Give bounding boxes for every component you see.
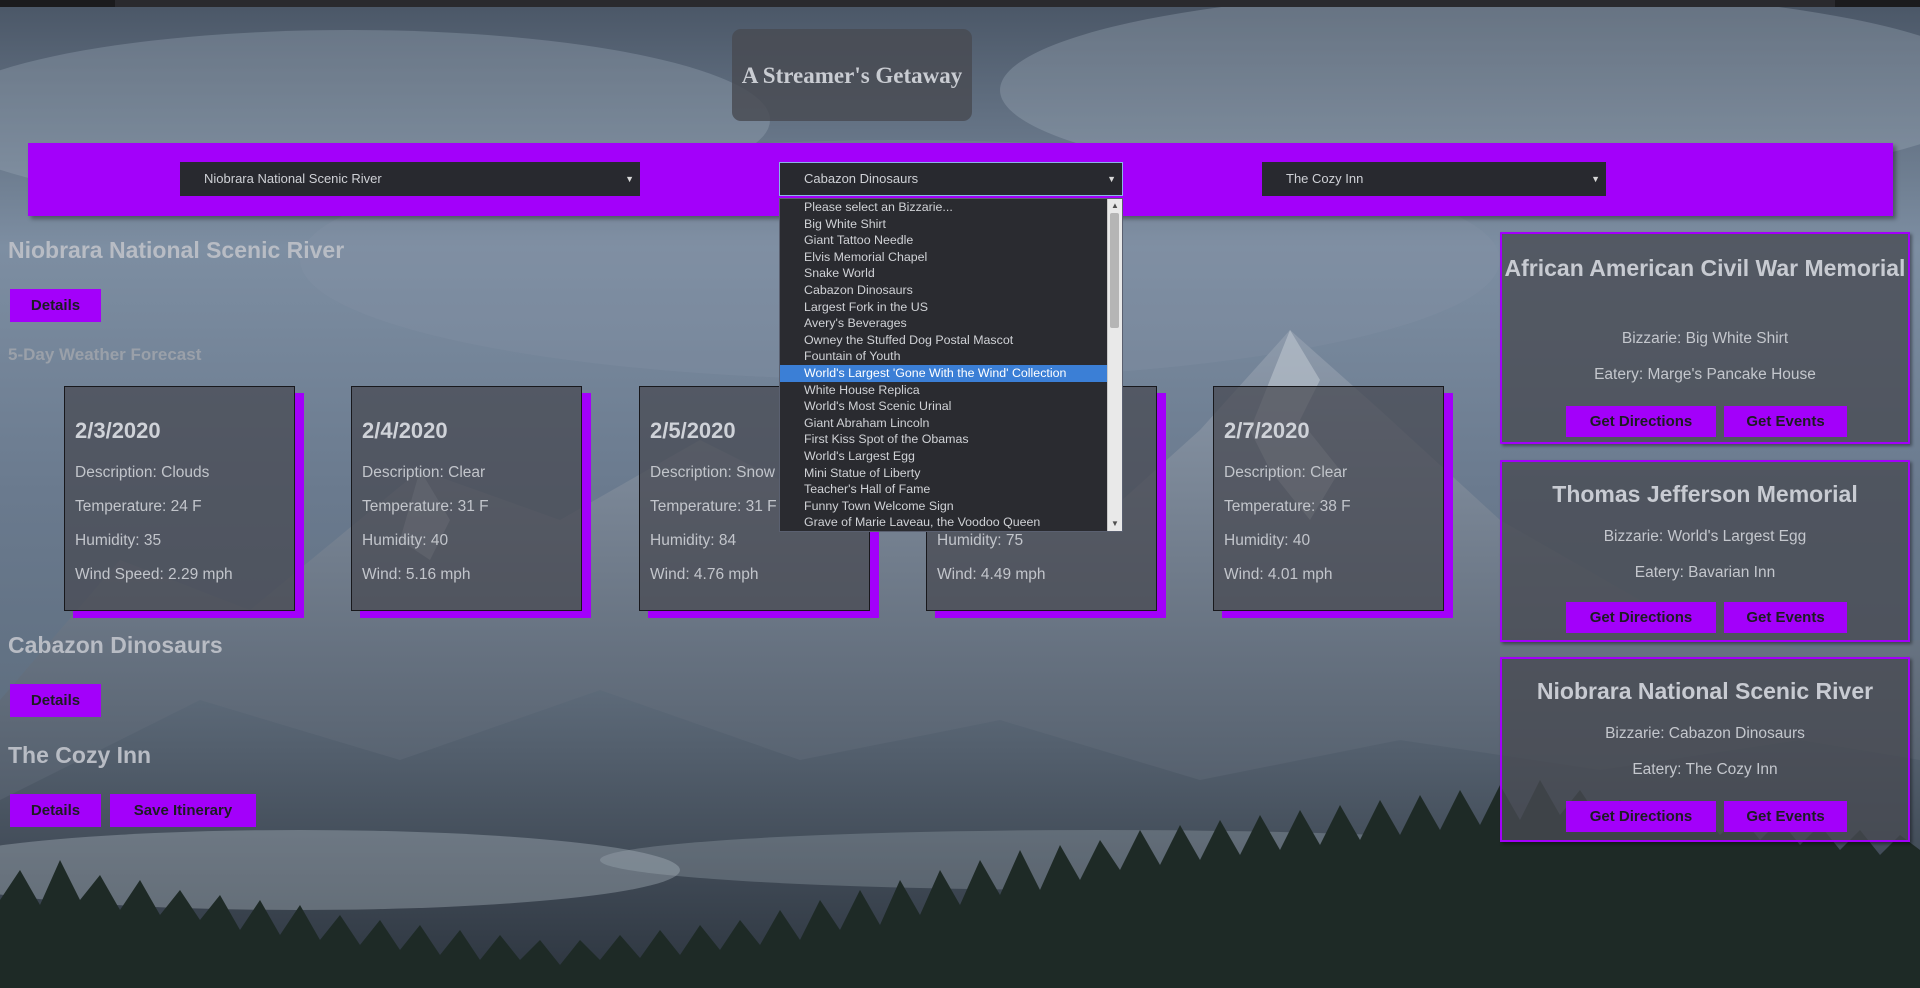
itinerary-eatery: Eatery: Marge's Pancake House	[1594, 366, 1816, 383]
caret-down-icon: ▼	[625, 174, 634, 184]
forecast-card: 2/4/2020 Description: Clear Temperature:…	[351, 386, 582, 611]
forecast-description: Description: Snow	[650, 464, 775, 481]
forecast-wind: Wind: 5.16 mph	[362, 566, 471, 583]
forecast-temperature: Temperature: 24 F	[75, 498, 202, 515]
dropdown-option[interactable]: Teacher's Hall of Fame	[780, 481, 1107, 498]
forecast-description: Description: Clouds	[75, 464, 210, 481]
bizzarie-dropdown-list[interactable]: Please select an Bizzarie... Big White Sh…	[779, 198, 1123, 532]
dropdown-option[interactable]: Cabazon Dinosaurs	[780, 282, 1107, 299]
forecast-date: 2/4/2020	[362, 418, 448, 443]
scrollbar-thumb[interactable]	[1110, 213, 1119, 328]
dropdown-option[interactable]: First Kiss Spot of the Obamas	[780, 431, 1107, 448]
forecast-humidity: Humidity: 84	[650, 532, 737, 549]
itinerary-title: African American Civil War Memorial	[1504, 255, 1906, 281]
itinerary-eatery: Eatery: The Cozy Inn	[1632, 761, 1778, 778]
forecast-description: Description: Clear	[1224, 464, 1348, 481]
park-select[interactable]: Niobrara National Scenic River ▼	[180, 162, 640, 196]
eatery-details-button[interactable]: Details	[10, 794, 101, 827]
itinerary-card: Thomas Jefferson Memorial Bizzarie: Worl…	[1500, 460, 1910, 642]
dropdown-option[interactable]: Grave of Marie Laveau, the Voodoo Queen	[780, 514, 1107, 531]
get-directions-button[interactable]: Get Directions	[1566, 602, 1716, 633]
dropdown-option[interactable]: Please select an Bizzarie...	[780, 199, 1107, 216]
forecast-temperature: Temperature: 31 F	[650, 498, 777, 515]
save-itinerary-button[interactable]: Save Itinerary	[110, 794, 256, 827]
forecast-card: 2/3/2020 Description: Clouds Temperature…	[64, 386, 295, 611]
forecast-date: 2/7/2020	[1224, 418, 1310, 443]
dropdown-option[interactable]: World's Most Scenic Urinal	[780, 398, 1107, 415]
scroll-up-arrow-icon[interactable]: ▲	[1108, 199, 1122, 213]
forecast-humidity: Humidity: 35	[75, 532, 162, 549]
forecast-title: 5-Day Weather Forecast	[8, 345, 202, 364]
dropdown-option[interactable]: White House Replica	[780, 382, 1107, 399]
dropdown-option[interactable]: Mini Statue of Liberty	[780, 465, 1107, 482]
dropdown-option[interactable]: Largest Fork in the US	[780, 299, 1107, 316]
dropdown-option[interactable]: Big White Shirt	[780, 216, 1107, 233]
dropdown-option[interactable]: Elvis Memorial Chapel	[780, 249, 1107, 266]
eatery-title: The Cozy Inn	[8, 742, 152, 768]
dropdown-option[interactable]: Snake World	[780, 265, 1107, 282]
forecast-humidity: Humidity: 40	[362, 532, 449, 549]
bizzarie-select[interactable]: Cabazon Dinosaurs ▼	[779, 162, 1123, 196]
itinerary-bizzarie: Bizzarie: Big White Shirt	[1621, 330, 1789, 347]
forecast-wind: Wind: 4.01 mph	[1224, 566, 1333, 583]
bizzarie-title: Cabazon Dinosaurs	[8, 632, 223, 658]
forecast-description: Description: Clear	[362, 464, 486, 481]
forecast-date: 2/5/2020	[650, 418, 736, 443]
dropdown-option[interactable]: Owney the Stuffed Dog Postal Mascot	[780, 332, 1107, 349]
eatery-select[interactable]: The Cozy Inn ▼	[1262, 162, 1606, 196]
itinerary-title: Thomas Jefferson Memorial	[1552, 481, 1858, 507]
app-title: A Streamer's Getaway	[732, 29, 972, 121]
itinerary-eatery: Eatery: Bavarian Inn	[1634, 564, 1776, 581]
dropdown-option[interactable]: World's Largest 'Gone With the Wind' Col…	[780, 364, 1107, 382]
get-events-button[interactable]: Get Events	[1724, 406, 1847, 437]
itinerary-title: Niobrara National Scenic River	[1536, 678, 1874, 704]
forecast-date: 2/3/2020	[75, 418, 161, 443]
forecast-wind: Wind: 4.49 mph	[937, 566, 1046, 583]
itinerary-bizzarie: Bizzarie: World's Largest Egg	[1603, 528, 1807, 545]
dropdown-option[interactable]: Giant Tattoo Needle	[780, 232, 1107, 249]
dropdown-scrollbar[interactable]: ▲ ▼	[1107, 199, 1122, 531]
itinerary-card: Niobrara National Scenic River Bizzarie:…	[1500, 657, 1910, 842]
dropdown-option[interactable]: Funny Town Welcome Sign	[780, 498, 1107, 515]
forecast-humidity: Humidity: 40	[1224, 532, 1311, 549]
forecast-temperature: Temperature: 38 F	[1224, 498, 1351, 515]
browser-top-strip	[0, 0, 1920, 7]
park-details-button[interactable]: Details	[10, 289, 101, 322]
get-events-button[interactable]: Get Events	[1724, 801, 1847, 832]
caret-down-icon: ▼	[1107, 174, 1116, 184]
forecast-temperature: Temperature: 31 F	[362, 498, 489, 515]
bizzarie-details-button[interactable]: Details	[10, 684, 101, 717]
dropdown-option[interactable]: Avery's Beverages	[780, 315, 1107, 332]
dropdown-option[interactable]: Giant Abraham Lincoln	[780, 415, 1107, 432]
bizzarie-select-value: Cabazon Dinosaurs	[804, 171, 919, 186]
get-events-button[interactable]: Get Events	[1724, 602, 1847, 633]
itinerary-card: African American Civil War Memorial Bizz…	[1500, 232, 1910, 444]
park-select-value: Niobrara National Scenic River	[204, 171, 382, 186]
itinerary-bizzarie: Bizzarie: Cabazon Dinosaurs	[1605, 725, 1805, 742]
dropdown-option[interactable]: World's Largest Egg	[780, 448, 1107, 465]
park-title: Niobrara National Scenic River	[8, 237, 345, 263]
caret-down-icon: ▼	[1591, 174, 1600, 184]
forecast-wind: Wind Speed: 2.29 mph	[75, 566, 233, 583]
dropdown-option[interactable]: Fountain of Youth	[780, 348, 1107, 365]
forecast-card: 2/7/2020 Description: Clear Temperature:…	[1213, 386, 1444, 611]
scroll-down-arrow-icon[interactable]: ▼	[1108, 517, 1122, 531]
forecast-wind: Wind: 4.76 mph	[650, 566, 759, 583]
get-directions-button[interactable]: Get Directions	[1566, 801, 1716, 832]
get-directions-button[interactable]: Get Directions	[1566, 406, 1716, 437]
forecast-humidity: Humidity: 75	[937, 532, 1024, 549]
eatery-select-value: The Cozy Inn	[1286, 171, 1364, 186]
